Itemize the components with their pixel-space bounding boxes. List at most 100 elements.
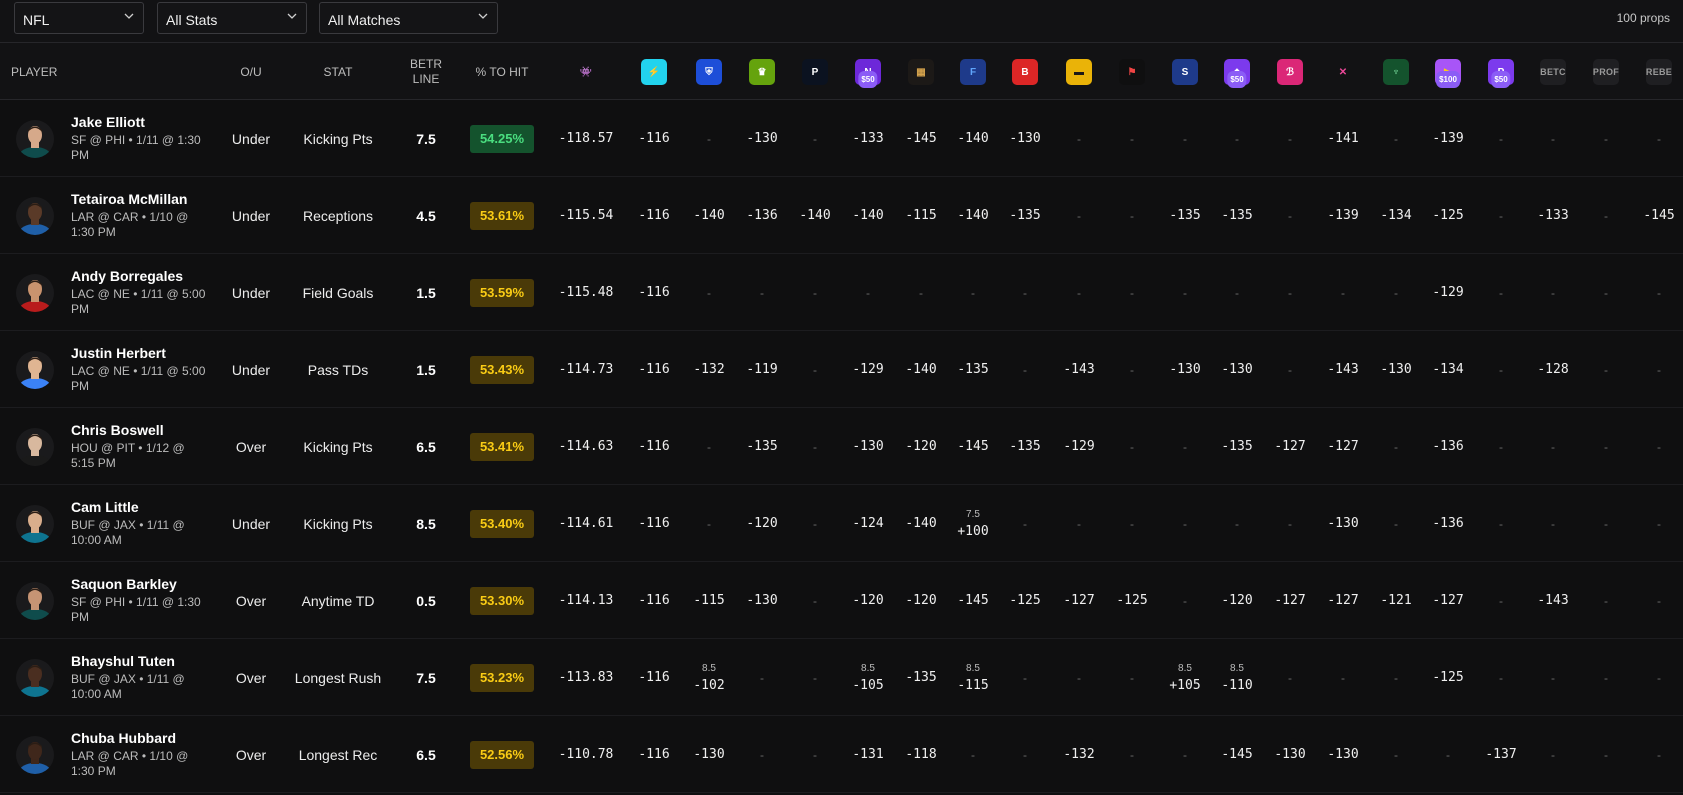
sportsbook-odds-cell[interactable]: -121: [1372, 562, 1420, 639]
player-name[interactable]: Andy Borregales: [71, 268, 183, 284]
sportsbook-odds-cell[interactable]: -136: [1424, 408, 1472, 485]
table-row[interactable]: Chuba Hubbard LAR @ CAR • 1/10 @ 1:30 PM O…: [0, 716, 1683, 793]
sportsbook-column-header[interactable]: N$50: [848, 43, 888, 101]
sportsbook-odds-cell[interactable]: 8.5 -102: [685, 639, 733, 716]
sportsbook-column-header[interactable]: F: [953, 43, 993, 101]
sportsbook-odds-cell[interactable]: -128: [1529, 331, 1577, 408]
sportsbook-odds-cell[interactable]: -116: [630, 716, 678, 793]
sportsbook-column-header[interactable]: ♛: [742, 43, 782, 101]
sportsbook-odds-cell[interactable]: -116: [630, 639, 678, 716]
sportsbook-odds-cell[interactable]: -130: [1266, 716, 1314, 793]
sportsbook-odds-cell[interactable]: -127: [1319, 562, 1367, 639]
sportsbook-column-header[interactable]: ⚡: [634, 43, 674, 101]
sportsbook-column-header[interactable]: ◆$50: [1217, 43, 1257, 101]
sportsbook-odds-cell[interactable]: -115: [897, 177, 945, 254]
sportsbook-odds-cell[interactable]: -120: [897, 562, 945, 639]
sportsbook-odds-cell[interactable]: -130: [1319, 485, 1367, 562]
sportsbook-odds-cell[interactable]: -145: [1635, 177, 1683, 254]
sportsbook-odds-cell[interactable]: -125: [1424, 639, 1472, 716]
sportsbook-odds-cell[interactable]: -127: [1266, 408, 1314, 485]
sportsbook-odds-cell[interactable]: -140: [844, 177, 892, 254]
sportsbook-odds-cell[interactable]: -135: [1001, 177, 1049, 254]
sportsbook-column-header[interactable]: ℬ: [1270, 43, 1310, 101]
sportsbook-odds-cell[interactable]: -135: [1213, 408, 1261, 485]
sportsbook-column-header[interactable]: B: [1005, 43, 1045, 101]
sportsbook-odds-cell[interactable]: -130: [1319, 716, 1367, 793]
sportsbook-odds-cell[interactable]: -127: [1266, 562, 1314, 639]
sportsbook-odds-cell[interactable]: -136: [1424, 485, 1472, 562]
sportsbook-odds-cell[interactable]: 8.5 +105: [1161, 639, 1209, 716]
col-header-player[interactable]: PLAYER: [11, 43, 57, 101]
sportsbook-odds-cell[interactable]: -115: [685, 562, 733, 639]
sportsbook-odds-cell[interactable]: -120: [897, 408, 945, 485]
sportsbook-odds-cell[interactable]: -145: [949, 562, 997, 639]
stats-select[interactable]: All Stats: [157, 2, 307, 34]
sportsbook-odds-cell[interactable]: -135: [897, 639, 945, 716]
player-name[interactable]: Saquon Barkley: [71, 576, 177, 592]
sportsbook-odds-cell[interactable]: -140: [897, 331, 945, 408]
sportsbook-odds-cell[interactable]: -130: [844, 408, 892, 485]
player-name[interactable]: Cam Little: [71, 499, 139, 515]
sportsbook-odds-cell[interactable]: -135: [738, 408, 786, 485]
sportsbook-odds-cell[interactable]: -125: [1424, 177, 1472, 254]
table-row[interactable]: Bhayshul Tuten BUF @ JAX • 1/11 @ 10:00 A…: [0, 639, 1683, 716]
table-row[interactable]: Saquon Barkley SF @ PHI • 1/11 @ 1:30 PM O…: [0, 562, 1683, 639]
sportsbook-odds-cell[interactable]: -141: [1319, 100, 1367, 177]
sportsbook-odds-cell[interactable]: -143: [1055, 331, 1103, 408]
col-header-pct-to-hit[interactable]: % TO HIT: [466, 43, 538, 101]
sportsbook-odds-cell[interactable]: -116: [630, 562, 678, 639]
sportsbook-odds-cell[interactable]: -133: [844, 100, 892, 177]
sportsbook-column-header[interactable]: ⚑: [1112, 43, 1152, 101]
sportsbook-odds-cell[interactable]: -140: [949, 177, 997, 254]
matches-select[interactable]: All Matches: [319, 2, 498, 34]
sportsbook-odds-cell[interactable]: -116: [630, 100, 678, 177]
sportsbook-odds-cell[interactable]: -129: [844, 331, 892, 408]
sportsbook-column-header[interactable]: ✕: [1323, 43, 1363, 101]
sportsbook-odds-cell[interactable]: -143: [1319, 331, 1367, 408]
sportsbook-odds-cell[interactable]: -120: [738, 485, 786, 562]
sportsbook-column-header[interactable]: REBE: [1639, 43, 1679, 101]
sportsbook-column-header[interactable]: ▦: [901, 43, 941, 101]
sportsbook-column-header[interactable]: P$50: [1481, 43, 1521, 101]
sportsbook-odds-cell[interactable]: -127: [1055, 562, 1103, 639]
sportsbook-column-header[interactable]: P: [795, 43, 835, 101]
sportsbook-odds-cell[interactable]: -116: [630, 254, 678, 331]
sportsbook-odds-cell[interactable]: -139: [1319, 177, 1367, 254]
sportsbook-odds-cell[interactable]: -116: [630, 331, 678, 408]
sportsbook-odds-cell[interactable]: -135: [949, 331, 997, 408]
sportsbook-odds-cell[interactable]: -120: [844, 562, 892, 639]
sportsbook-odds-cell[interactable]: -119: [738, 331, 786, 408]
sportsbook-odds-cell[interactable]: -145: [1213, 716, 1261, 793]
sportsbook-column-header[interactable]: ⛨: [689, 43, 729, 101]
table-row[interactable]: Tetairoa McMillan LAR @ CAR • 1/10 @ 1:30…: [0, 177, 1683, 254]
sportsbook-column-header[interactable]: ▶$100: [1428, 43, 1468, 101]
table-row[interactable]: Jake Elliott SF @ PHI • 1/11 @ 1:30 PM Und…: [0, 100, 1683, 177]
player-name[interactable]: Justin Herbert: [71, 345, 166, 361]
table-row[interactable]: Andy Borregales LAC @ NE • 1/11 @ 5:00 PM…: [0, 254, 1683, 331]
sportsbook-column-header[interactable]: PROF: [1586, 43, 1626, 101]
sportsbook-odds-cell[interactable]: -135: [1161, 177, 1209, 254]
sportsbook-odds-cell[interactable]: -118: [897, 716, 945, 793]
sportsbook-odds-cell[interactable]: 8.5 -105: [844, 639, 892, 716]
player-name[interactable]: Chris Boswell: [71, 422, 164, 438]
sportsbook-odds-cell[interactable]: 8.5 -110: [1213, 639, 1261, 716]
sportsbook-odds-cell[interactable]: -127: [1319, 408, 1367, 485]
col-header-stat[interactable]: STAT: [298, 43, 378, 101]
league-select[interactable]: NFL: [14, 2, 144, 34]
sportsbook-odds-cell[interactable]: -130: [738, 100, 786, 177]
sportsbook-odds-cell[interactable]: -135: [1213, 177, 1261, 254]
sportsbook-odds-cell[interactable]: -120: [1213, 562, 1261, 639]
col-header-ou[interactable]: O/U: [231, 43, 271, 101]
sportsbook-odds-cell[interactable]: -116: [630, 408, 678, 485]
sportsbook-odds-cell[interactable]: -143: [1529, 562, 1577, 639]
sportsbook-odds-cell[interactable]: -134: [1372, 177, 1420, 254]
sportsbook-column-header[interactable]: BETC: [1533, 43, 1573, 101]
sportsbook-column-header[interactable]: S: [1165, 43, 1205, 101]
sportsbook-odds-cell[interactable]: -145: [949, 408, 997, 485]
sportsbook-odds-cell[interactable]: -132: [685, 331, 733, 408]
table-row[interactable]: Justin Herbert LAC @ NE • 1/11 @ 5:00 PM U…: [0, 331, 1683, 408]
sportsbook-odds-cell[interactable]: -132: [1055, 716, 1103, 793]
sportsbook-odds-cell[interactable]: -129: [1424, 254, 1472, 331]
sportsbook-odds-cell[interactable]: -124: [844, 485, 892, 562]
sportsbook-odds-cell[interactable]: -131: [844, 716, 892, 793]
